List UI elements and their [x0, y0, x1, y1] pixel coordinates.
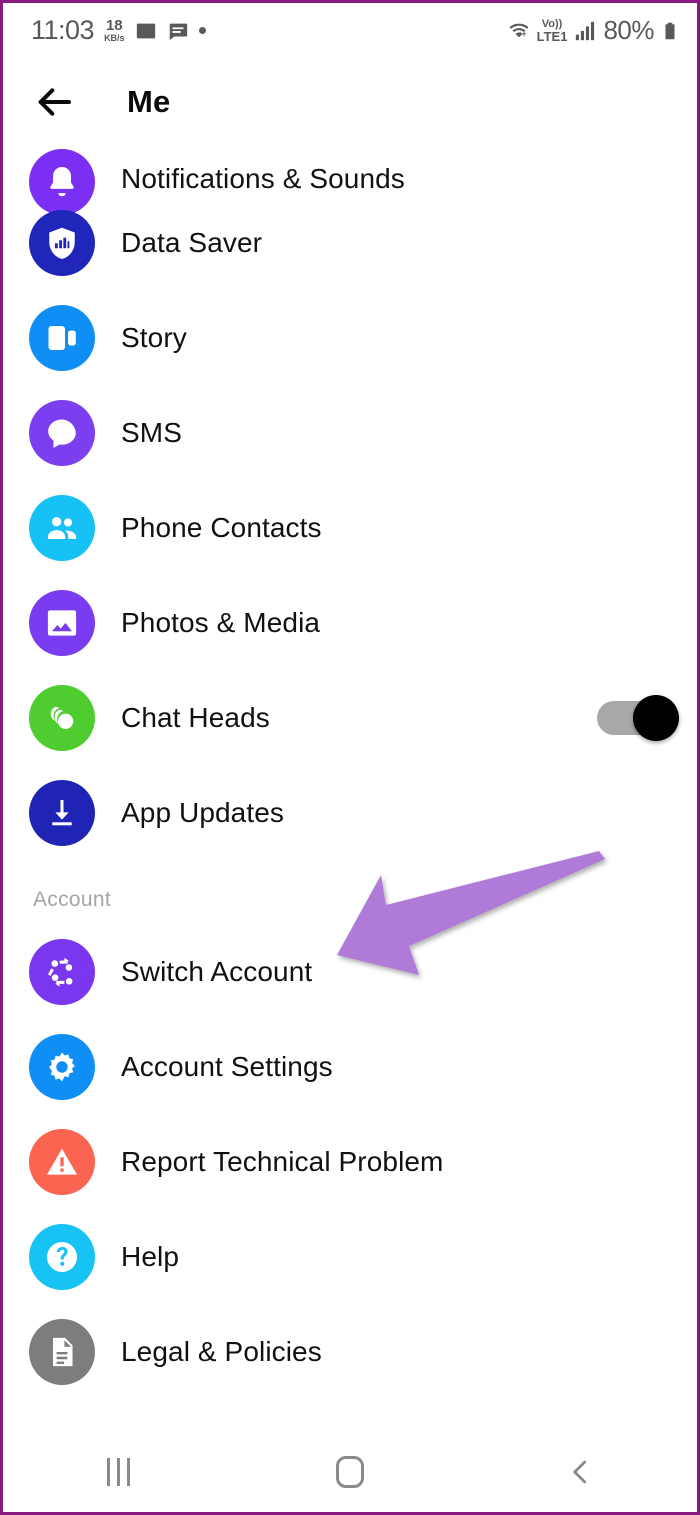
chat-heads-icon: [29, 684, 95, 751]
list-item-legal-policies[interactable]: Legal & Policies: [3, 1304, 697, 1399]
settings-list[interactable]: Notifications & Sounds Data Saver Story …: [3, 145, 697, 1435]
list-item-story[interactable]: Story: [3, 290, 697, 385]
chat-heads-toggle[interactable]: [597, 694, 679, 741]
signal-bars-icon: [574, 20, 596, 42]
people-icon: [29, 494, 95, 561]
network-speed-indicator: 18 KB/s: [104, 18, 125, 43]
battery-percent-label: 80%: [603, 15, 654, 45]
volte-indicator: Vo)) LTE1: [536, 17, 568, 44]
list-item-sms[interactable]: SMS: [3, 385, 697, 480]
wifi-data-icon: [508, 20, 530, 42]
list-item-report-technical-problem[interactable]: Report Technical Problem: [3, 1114, 697, 1209]
list-item-label: Chat Heads: [121, 701, 270, 733]
list-item-label: Notifications & Sounds: [121, 163, 405, 194]
app-header: Me: [3, 58, 697, 145]
shield-bars-icon: [29, 209, 95, 276]
document-icon: [29, 1318, 95, 1385]
list-item-data-saver[interactable]: Data Saver: [3, 195, 697, 290]
back-arrow-icon[interactable]: [29, 77, 79, 127]
status-bar-left: 11:03 18 KB/s: [31, 15, 206, 46]
chat-bubble-icon: [29, 399, 95, 466]
list-item-notifications-sounds[interactable]: Notifications & Sounds: [3, 145, 697, 215]
list-item-app-updates[interactable]: App Updates: [3, 765, 697, 860]
photo-icon: [135, 20, 157, 42]
list-item-phone-contacts[interactable]: Phone Contacts: [3, 480, 697, 575]
bell-icon: [29, 149, 95, 215]
list-item-label: Phone Contacts: [121, 511, 322, 543]
list-item-switch-account[interactable]: Switch Account: [3, 924, 697, 1019]
recents-icon[interactable]: [3, 1432, 234, 1512]
network-speed-value: 18: [105, 17, 123, 34]
gear-icon: [29, 1033, 95, 1100]
volte-top-label: Vo)): [541, 17, 563, 30]
status-clock: 11:03: [31, 15, 95, 45]
list-item-label: Story: [121, 321, 187, 353]
network-speed-unit: KB/s: [104, 33, 125, 43]
list-item-label: Data Saver: [121, 226, 263, 258]
list-item-photos-media[interactable]: Photos & Media: [3, 575, 697, 670]
list-item-label: Account Settings: [121, 1050, 333, 1082]
section-header-account: Account: [33, 888, 111, 911]
list-item-label: Legal & Policies: [121, 1335, 322, 1367]
warning-icon: [29, 1128, 95, 1195]
status-bar-right: Vo)) LTE1 80%: [508, 15, 679, 46]
system-navigation-bar: [3, 1432, 697, 1512]
battery-icon: [661, 18, 679, 44]
volte-bottom-label: LTE1: [536, 28, 568, 44]
switch-account-icon: [29, 938, 95, 1005]
toggle-knob: [633, 694, 679, 741]
download-icon: [29, 779, 95, 846]
list-item-label: Report Technical Problem: [121, 1145, 444, 1177]
list-item-chat-heads[interactable]: Chat Heads: [3, 670, 697, 765]
list-item-label: Photos & Media: [121, 606, 321, 638]
list-item-label: Switch Account: [121, 955, 313, 987]
list-item-label: Help: [121, 1240, 179, 1272]
list-item-account-settings[interactable]: Account Settings: [3, 1019, 697, 1114]
phone-screen: 11:03 18 KB/s Vo)) LTE1 80% Me Notificat…: [0, 0, 700, 1515]
status-bar: 11:03 18 KB/s Vo)) LTE1 80%: [3, 3, 697, 58]
message-icon: [167, 20, 189, 42]
dot-indicator: [198, 27, 206, 34]
home-icon[interactable]: [234, 1432, 465, 1512]
question-icon: [29, 1223, 95, 1290]
story-icon: [29, 304, 95, 371]
list-item-label: App Updates: [121, 796, 284, 828]
back-icon[interactable]: [466, 1432, 697, 1512]
image-icon: [29, 589, 95, 656]
list-item-help[interactable]: Help: [3, 1209, 697, 1304]
list-item-label: SMS: [121, 416, 182, 448]
page-title: Me: [127, 83, 171, 119]
